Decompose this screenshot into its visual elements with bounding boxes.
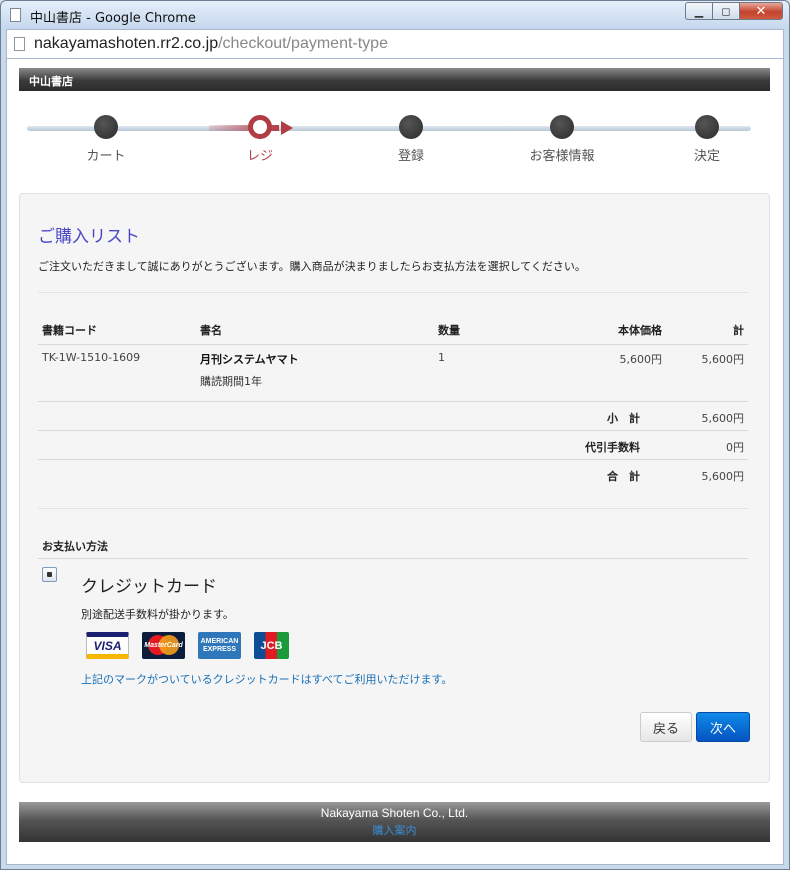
minimize-icon: ▁	[694, 4, 704, 18]
minimize-button[interactable]: ▁	[685, 2, 712, 20]
item-total: 5,600円	[701, 353, 745, 366]
column-header-qty: 数量	[434, 316, 524, 345]
item-name-cell: 月刊システムヤマト 購読期間1年	[196, 345, 434, 403]
browser-window: 中山書店 - Google Chrome ▁ ◻ ✕ nakayamashote…	[0, 0, 790, 870]
step-dot-active	[248, 115, 272, 139]
item-subtitle: 購読期間1年	[200, 375, 262, 388]
address-bar[interactable]: nakayamashoten.rr2.co.jp/checkout/paymen…	[6, 29, 784, 59]
title-bar: 中山書店 - Google Chrome ▁ ◻ ✕	[1, 1, 789, 29]
step-customer-info: お客様情報	[512, 115, 612, 164]
page-title: ご購入リスト	[38, 227, 140, 247]
window-title: 中山書店 - Google Chrome	[30, 11, 196, 26]
column-header-code: 書籍コード	[38, 316, 196, 345]
step-dot	[94, 115, 118, 139]
item-unit-price: 5,600円	[619, 353, 663, 366]
visa-logo-icon: VISA	[86, 632, 129, 659]
summary-cod-fee-row: 代引手数料 0円	[38, 430, 748, 459]
step-label: 決定	[693, 149, 720, 164]
payment-method-name[interactable]: クレジットカード	[81, 572, 217, 597]
site-footer: Nakayama Shoten Co., Ltd. 購入案内	[19, 802, 770, 842]
close-button[interactable]: ✕	[739, 2, 783, 20]
divider	[38, 292, 748, 293]
amex-logo-icon: AMERICAN EXPRESS	[198, 632, 241, 659]
url-path: /checkout/payment-type	[218, 35, 388, 52]
payment-radio-credit-card[interactable]	[42, 567, 57, 582]
site-header: 中山書店	[19, 68, 770, 91]
step-label: 登録	[397, 149, 424, 164]
divider	[38, 558, 748, 559]
summary-label: 代引手数料	[585, 441, 640, 454]
mastercard-logo-text: MasterCard	[144, 642, 183, 649]
card-info-link[interactable]: 上記のマークがついているクレジットカードはすべてご利用いただけます。	[81, 671, 452, 687]
step-cart: カート	[56, 115, 156, 164]
step-label: レジ	[246, 149, 273, 164]
divider	[38, 508, 748, 509]
table-header-row: 書籍コード 書名 数量 本体価格 計	[38, 316, 748, 345]
column-header-unit-price: 本体価格	[524, 316, 666, 345]
summary-label: 合 計	[607, 470, 640, 483]
mastercard-logo-icon: MasterCard	[142, 632, 185, 659]
url-text[interactable]: nakayamashoten.rr2.co.jp/checkout/paymen…	[34, 35, 388, 53]
summary-value: 0円	[726, 441, 744, 454]
payment-heading: お支払い方法	[42, 540, 108, 553]
order-table: 書籍コード 書名 数量 本体価格 計 TK-1W-1510-1609 月刊システ…	[38, 316, 748, 403]
step-dot	[695, 115, 719, 139]
footer-company-name: Nakayama Shoten Co., Ltd.	[320, 806, 469, 820]
item-code: TK-1W-1510-1609	[42, 351, 141, 364]
step-label: お客様情報	[529, 149, 595, 164]
step-label: カート	[86, 149, 126, 164]
item-name: 月刊システムヤマト	[200, 353, 299, 366]
step-register: レジ	[210, 115, 310, 164]
card-logos: VISA MasterCard AMERICAN EXPRESS JCB	[86, 632, 289, 659]
summary-value: 5,600円	[701, 412, 745, 425]
step-confirm: 決定	[657, 115, 757, 164]
payment-method-note: 別途配送手数料が掛かります。	[81, 608, 234, 621]
page-icon	[14, 37, 25, 51]
footer-purchase-guide-link[interactable]: 購入案内	[19, 822, 770, 838]
order-panel: ご購入リスト ご注文いただきまして誠にありがとうございます。購入商品が決まりまし…	[19, 193, 770, 783]
maximize-icon: ◻	[721, 4, 731, 18]
column-header-name: 書名	[196, 316, 434, 345]
item-qty: 1	[438, 351, 445, 364]
url-host: nakayamashoten.rr2.co.jp	[34, 35, 219, 52]
step-dot	[399, 115, 423, 139]
next-button[interactable]: 次へ	[696, 712, 750, 742]
order-lead-text: ご注文いただきまして誠にありがとうございます。購入商品が決まりましたらお支払方法…	[38, 260, 586, 273]
step-dot	[550, 115, 574, 139]
page-icon	[10, 8, 21, 22]
maximize-button[interactable]: ◻	[712, 2, 739, 20]
summary-value: 5,600円	[701, 470, 745, 483]
step-signup: 登録	[361, 115, 461, 164]
close-icon: ✕	[755, 3, 767, 19]
jcb-logo-icon: JCB	[254, 632, 289, 659]
checkout-steps: カート レジ 登録 お客様情報 決定	[19, 109, 752, 169]
site-title: 中山書店	[29, 75, 73, 88]
window-controls: ▁ ◻ ✕	[685, 2, 783, 20]
back-button[interactable]: 戻る	[640, 712, 692, 742]
summary-total-row: 合 計 5,600円	[38, 459, 748, 488]
summary-label: 小 計	[607, 412, 640, 425]
radio-selected-icon	[47, 572, 52, 577]
table-row: TK-1W-1510-1609 月刊システムヤマト 購読期間1年 1 5,600…	[38, 345, 748, 403]
column-header-total: 計	[666, 316, 748, 345]
summary-subtotal-row: 小 計 5,600円	[38, 401, 748, 430]
page-viewport: 中山書店 カート レジ 登録 お客様情報 決定 ご購入リスト ご注文いただきまし…	[6, 59, 784, 865]
